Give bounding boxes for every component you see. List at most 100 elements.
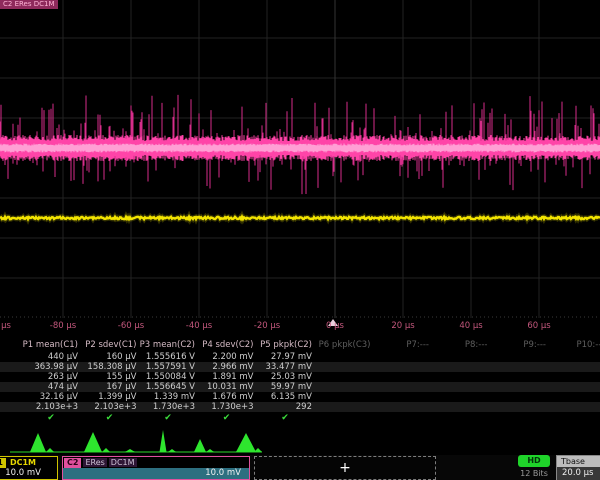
measurement-value: 2.103e+3 [22,402,80,412]
measurement-value: 32.16 µV [22,392,80,402]
time-axis-label: 0 µs [311,321,359,331]
channel-c1-label: C1 [0,458,6,468]
measurement-header[interactable]: P10:--- [549,338,600,352]
measurement-value: 1.556645 V [139,382,197,392]
channel-c1-coupling: DC1M [8,458,38,467]
measurement-column: P3 mean(C2)1.555616 V1.557591 V1.550084 … [139,338,197,424]
timebase-title: Tbase [557,456,600,467]
channel-c2-label: C2 [64,458,81,468]
measurement-status-check [315,412,373,424]
measurement-header[interactable]: P2 sdev(C1) [81,338,139,352]
measurement-value [432,392,490,402]
measurement-value: 2.103e+3 [81,402,139,412]
time-axis: -100 µs-80 µs-60 µs-40 µs-20 µs0 µs20 µs… [0,318,600,336]
measurement-value [315,352,373,362]
measurement-column: P8:--- [432,338,490,424]
measurement-value [490,352,548,362]
measurement-header[interactable]: P7:--- [373,338,431,352]
measurement-value: 27.97 mV [256,352,314,362]
measurement-status-check [432,412,490,424]
measurement-value [432,362,490,372]
time-axis-label: -20 µs [243,321,291,331]
waveform-grid[interactable]: C2 ERes DC1M [0,0,600,318]
bit-resolution-label: 12 Bits [510,469,558,478]
measurement-value: 292 [256,402,314,412]
measurement-value: 440 µV [22,352,80,362]
measurement-table: P1 mean(C1)440 µV363.98 µV263 µV474 µV32… [0,338,600,430]
timebase-descriptor[interactable]: Tbase 20.0 µs [556,455,600,480]
measurement-value: 1.555616 V [139,352,197,362]
measurement-value: 2.200 mV [198,352,256,362]
time-axis-label: 40 µs [447,321,495,331]
measurement-value [315,402,373,412]
measurement-header[interactable]: P3 mean(C2) [139,338,197,352]
measurement-column: P2 sdev(C1)160 µV158.308 µV155 µV167 µV1… [81,338,139,424]
time-axis-label: -80 µs [39,321,87,331]
measurement-value [373,392,431,402]
measurement-value [432,402,490,412]
measurement-column: P10:--- [549,338,600,424]
timebase-value: 20.0 µs [557,467,600,480]
measurement-header[interactable]: P8:--- [432,338,490,352]
measurement-value: 1.550084 V [139,372,197,382]
channel-c1-descriptor[interactable]: C1 DC1M 10.0 mV [0,456,58,480]
channel-c2-coupling: DC1M [109,458,137,467]
measurement-value: 363.98 µV [22,362,80,372]
measurement-status-check: ✔ [81,412,139,424]
measurement-header[interactable]: P5 pkpk(C2) [256,338,314,352]
measurement-value [549,352,600,362]
measurement-value [373,362,431,372]
measurement-value: 1.339 mV [139,392,197,402]
measurement-value [490,362,548,372]
measurement-column: P9:--- [490,338,548,424]
measurement-value: 155 µV [81,372,139,382]
measurement-value [549,392,600,402]
measurement-value: 1.730e+3 [139,402,197,412]
measurement-column: P1 mean(C1)440 µV363.98 µV263 µV474 µV32… [22,338,80,424]
measurement-status-check [549,412,600,424]
measurement-value: 59.97 mV [256,382,314,392]
measurement-value: 10.031 mV [198,382,256,392]
measurement-column: P5 pkpk(C2)27.97 mV33.477 mV25.03 mV59.9… [256,338,314,424]
measurement-value: 2.966 mV [198,362,256,372]
measurement-status-check: ✔ [22,412,80,424]
measurement-status-check: ✔ [256,412,314,424]
measurement-value [373,382,431,392]
measurement-status-check: ✔ [139,412,197,424]
measurement-value [432,372,490,382]
channel-c2-scale: 10.0 mV [63,468,249,479]
time-axis-label: -40 µs [175,321,223,331]
measurement-value [315,382,373,392]
trace-label-badge: C2 ERes DC1M [0,0,58,9]
add-trace-button[interactable]: + [254,456,436,480]
measurement-value [373,402,431,412]
measurement-value [490,382,548,392]
measurement-status-check [373,412,431,424]
measurement-header[interactable]: P4 sdev(C2) [198,338,256,352]
measurement-value: 33.477 mV [256,362,314,372]
measurement-value [549,362,600,372]
measurement-value: 167 µV [81,382,139,392]
measurement-value [315,372,373,382]
measurement-value: 6.135 mV [256,392,314,402]
measurement-header[interactable]: P6 pkpk(C3) [315,338,373,352]
descriptor-bar: C1 DC1M 10.0 mV C2 ERes DC1M 10.0 mV + H… [0,455,600,480]
channel-c2-descriptor[interactable]: C2 ERes DC1M 10.0 mV [62,456,250,480]
measurement-value: 158.308 µV [81,362,139,372]
measurement-column: P7:--- [373,338,431,424]
measurement-value [432,382,490,392]
measurement-status-check [490,412,548,424]
time-axis-label: -100 µs [0,321,19,331]
channel-c2-eres-badge: ERes [83,458,106,467]
measurement-value [490,392,548,402]
measurement-value [549,372,600,382]
measurement-value [373,372,431,382]
measurement-value: 1.730e+3 [198,402,256,412]
measurement-value: 1.399 µV [81,392,139,402]
measurement-header[interactable]: P1 mean(C1) [22,338,80,352]
measurement-value [549,382,600,392]
measurement-header[interactable]: P9:--- [490,338,548,352]
measurement-value [315,392,373,402]
hd-mode-badge[interactable]: HD [518,455,550,467]
time-axis-label: 60 µs [515,321,563,331]
